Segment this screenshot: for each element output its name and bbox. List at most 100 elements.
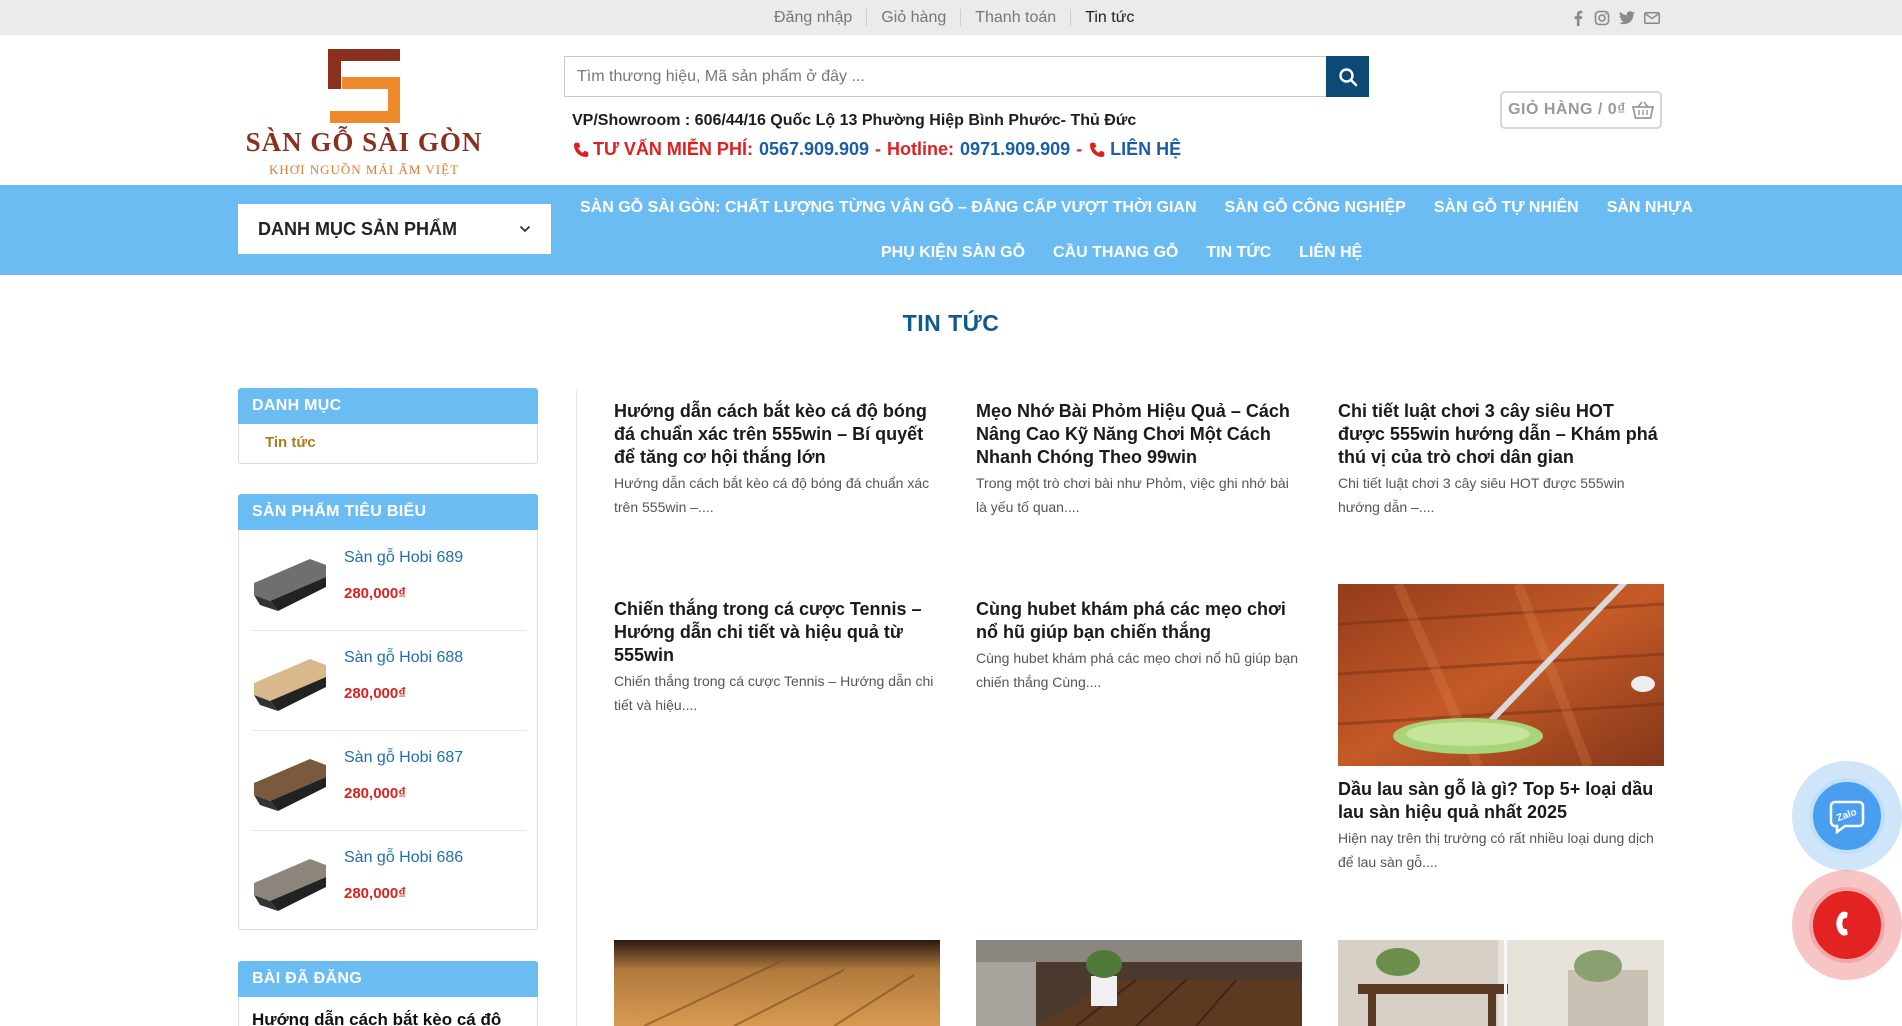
zalo-button[interactable]: Zalo bbox=[1792, 761, 1902, 871]
post-card[interactable]: Chi tiết luật chơi 3 cây siêu HOT được 5… bbox=[1338, 400, 1664, 519]
top-link-checkout[interactable]: Thanh toán bbox=[961, 9, 1070, 27]
separator: - bbox=[875, 139, 882, 159]
post-thumbnail[interactable] bbox=[1338, 940, 1664, 1026]
product-price: 280,000₫ bbox=[344, 585, 406, 602]
logo-text: SÀN GỖ SÀI GÒN bbox=[245, 127, 483, 157]
logo-mark-icon bbox=[328, 49, 400, 123]
nav-item-natural-wood[interactable]: SÀN GỖ TỰ NHIÊN bbox=[1420, 199, 1593, 217]
category-link-news[interactable]: Tin tức bbox=[265, 434, 316, 451]
contact-link[interactable]: LIÊN HỆ bbox=[1110, 139, 1181, 160]
zalo-label: Zalo bbox=[1835, 807, 1858, 824]
nav-item-home[interactable]: SÀN GỖ SÀI GÒN: CHẤT LƯỢNG TỪNG VÂN GỖ –… bbox=[566, 199, 1211, 217]
nav-item-wood-stairs[interactable]: CẦU THANG GỖ bbox=[1039, 244, 1192, 262]
top-link-news[interactable]: Tin tức bbox=[1071, 9, 1148, 27]
widget-title: DANH MỤC bbox=[238, 388, 538, 424]
top-link-cart[interactable]: Giỏ hàng bbox=[867, 9, 960, 27]
post-thumbnail[interactable] bbox=[976, 940, 1302, 1026]
nav-row-primary: SÀN GỖ SÀI GÒN: CHẤT LƯỢNG TỪNG VÂN GỖ –… bbox=[566, 195, 1707, 221]
top-link-login[interactable]: Đăng nhập bbox=[760, 9, 866, 27]
product-item[interactable]: Sàn gỗ Hobi 688 280,000₫ bbox=[252, 631, 526, 731]
main-nav: DANH MỤC SẢN PHẨM SÀN GỖ SÀI GÒN: CHẤT L… bbox=[0, 185, 1902, 275]
page-title: TIN TỨC bbox=[902, 310, 1000, 336]
post-title[interactable]: Dầu lau sàn gỗ là gì? Top 5+ loại dầu la… bbox=[1338, 778, 1664, 824]
recent-post-link[interactable]: Hướng dẫn cách bắt kèo cá độ bbox=[252, 1010, 501, 1026]
widget-title: BÀI ĐÃ ĐĂNG bbox=[238, 961, 538, 997]
recent-posts-widget: BÀI ĐÃ ĐĂNG Hướng dẫn cách bắt kèo cá độ bbox=[238, 961, 538, 1026]
product-item[interactable]: Sàn gỗ Hobi 689 280,000₫ bbox=[252, 531, 526, 631]
product-name[interactable]: Sàn gỗ Hobi 689 bbox=[344, 549, 463, 567]
post-title[interactable]: Hướng dẫn cách bắt kèo cá độ bóng đá chu… bbox=[614, 400, 940, 469]
nav-item-engineered-wood[interactable]: SÀN GỖ CÔNG NGHIỆP bbox=[1211, 199, 1420, 217]
mop-floor-image bbox=[1338, 584, 1664, 766]
logo-slogan: KHƠI NGUỒN MÁI ẤM VIỆT bbox=[268, 162, 460, 177]
product-name[interactable]: Sàn gỗ Hobi 688 bbox=[344, 649, 463, 667]
cart-label: GIỎ HÀNG / 0₫ bbox=[1508, 101, 1626, 118]
search-button[interactable] bbox=[1326, 56, 1369, 97]
phone-icon bbox=[1090, 142, 1105, 157]
product-name[interactable]: Sàn gỗ Hobi 687 bbox=[344, 749, 463, 767]
phone-icon bbox=[574, 142, 589, 157]
zalo-inner: Zalo bbox=[1809, 778, 1885, 854]
product-item[interactable]: Sàn gỗ Hobi 686 280,000₫ bbox=[252, 831, 526, 931]
chevron-down-icon bbox=[519, 225, 531, 233]
post-title[interactable]: Chiến thắng trong cá cược Tennis – Hướng… bbox=[614, 598, 940, 667]
post-excerpt: Trong một trò chơi bài như Phỏm, việc gh… bbox=[976, 475, 1289, 515]
post-excerpt: Chi tiết luật chơi 3 cây siêu HOT được 5… bbox=[1338, 475, 1625, 515]
twitter-icon[interactable] bbox=[1619, 10, 1635, 25]
product-name[interactable]: Sàn gỗ Hobi 686 bbox=[344, 849, 463, 867]
post-card[interactable]: Mẹo Nhớ Bài Phỏm Hiệu Quả – Cách Nâng Ca… bbox=[976, 400, 1302, 519]
product-price: 280,000₫ bbox=[344, 685, 406, 702]
post-excerpt: Cùng hubet khám phá các mẹo chơi nổ hũ g… bbox=[976, 650, 1299, 690]
product-thumbnail bbox=[254, 759, 326, 811]
post-thumbnail[interactable] bbox=[1338, 584, 1664, 766]
basket-icon bbox=[1631, 101, 1654, 119]
post-title[interactable]: Cùng hubet khám phá các mẹo chơi nổ hũ g… bbox=[976, 598, 1302, 644]
product-thumbnail bbox=[254, 859, 326, 911]
post-excerpt: Hiện nay trên thị trường có rất nhiều lo… bbox=[1338, 830, 1654, 870]
category-widget: DANH MỤC Tin tức bbox=[238, 388, 538, 464]
top-bar: Đăng nhập Giỏ hàng Thanh toán Tin tức bbox=[0, 0, 1902, 35]
post-title[interactable]: Chi tiết luật chơi 3 cây siêu HOT được 5… bbox=[1338, 400, 1664, 469]
nav-item-accessories[interactable]: PHỤ KIỆN SÀN GỖ bbox=[867, 244, 1039, 262]
nav-item-news[interactable]: TIN TỨC bbox=[1192, 244, 1285, 262]
site-header: SÀN GỖ SÀI GÒN KHƠI NGUỒN MÁI ẤM VIỆT VP… bbox=[0, 35, 1902, 185]
cart-button[interactable]: GIỎ HÀNG / 0₫ bbox=[1500, 91, 1662, 129]
product-price: 280,000₫ bbox=[344, 885, 406, 902]
post-thumbnail[interactable] bbox=[614, 940, 940, 1026]
phone-icon bbox=[1836, 911, 1848, 936]
post-title[interactable]: Mẹo Nhớ Bài Phỏm Hiệu Quả – Cách Nâng Ca… bbox=[976, 400, 1302, 469]
widget-title: SẢN PHẨM TIÊU BIỂU bbox=[238, 494, 538, 530]
separator: - bbox=[1076, 139, 1083, 159]
search-input[interactable] bbox=[565, 57, 1325, 96]
search-form bbox=[564, 56, 1369, 97]
interior-plant-image bbox=[976, 940, 1302, 1026]
nav-row-secondary: PHỤ KIỆN SÀN GỖ CẦU THANG GỖ TIN TỨC LIÊ… bbox=[867, 240, 1376, 266]
search-icon bbox=[1338, 67, 1357, 86]
hotline-number[interactable]: 0971.909.909 bbox=[960, 139, 1070, 160]
hotline-bar: TƯ VẤN MIỄN PHÍ: 0567.909.909 - Hotline:… bbox=[572, 139, 1181, 160]
product-thumbnail bbox=[254, 659, 326, 711]
product-thumbnail bbox=[254, 559, 326, 611]
post-card[interactable]: Dầu lau sàn gỗ là gì? Top 5+ loại dầu la… bbox=[1338, 778, 1664, 874]
post-card[interactable]: Hướng dẫn cách bắt kèo cá độ bóng đá chu… bbox=[614, 400, 940, 519]
nav-item-contact[interactable]: LIÊN HỆ bbox=[1285, 244, 1376, 262]
post-card[interactable]: Cùng hubet khám phá các mẹo chơi nổ hũ g… bbox=[976, 598, 1302, 694]
email-icon[interactable] bbox=[1644, 11, 1660, 24]
site-logo[interactable]: SÀN GỖ SÀI GÒN KHƠI NGUỒN MÁI ẤM VIỆT bbox=[238, 47, 490, 177]
column-divider bbox=[576, 390, 577, 1026]
call-button[interactable] bbox=[1792, 870, 1902, 980]
post-card[interactable]: Chiến thắng trong cá cược Tennis – Hướng… bbox=[614, 598, 940, 717]
post-excerpt: Hướng dẫn cách bắt kèo cá độ bóng đá chu… bbox=[614, 475, 930, 515]
facebook-icon[interactable] bbox=[1571, 10, 1585, 26]
hotline-label: Hotline: bbox=[887, 139, 955, 159]
call-inner bbox=[1809, 887, 1885, 963]
instagram-icon[interactable] bbox=[1594, 10, 1610, 26]
top-nav: Đăng nhập Giỏ hàng Thanh toán Tin tức bbox=[760, 0, 1148, 35]
product-item[interactable]: Sàn gỗ Hobi 687 280,000₫ bbox=[252, 731, 526, 831]
social-links bbox=[1571, 0, 1660, 35]
product-category-dropdown[interactable]: DANH MỤC SẢN PHẨM bbox=[238, 204, 551, 254]
nav-item-vinyl-floor[interactable]: SÀN NHỰA bbox=[1593, 199, 1707, 217]
category-dropdown-label: DANH MỤC SẢN PHẨM bbox=[258, 218, 457, 239]
zalo-icon: Zalo bbox=[1829, 800, 1865, 835]
consult-number[interactable]: 0567.909.909 bbox=[759, 139, 869, 160]
